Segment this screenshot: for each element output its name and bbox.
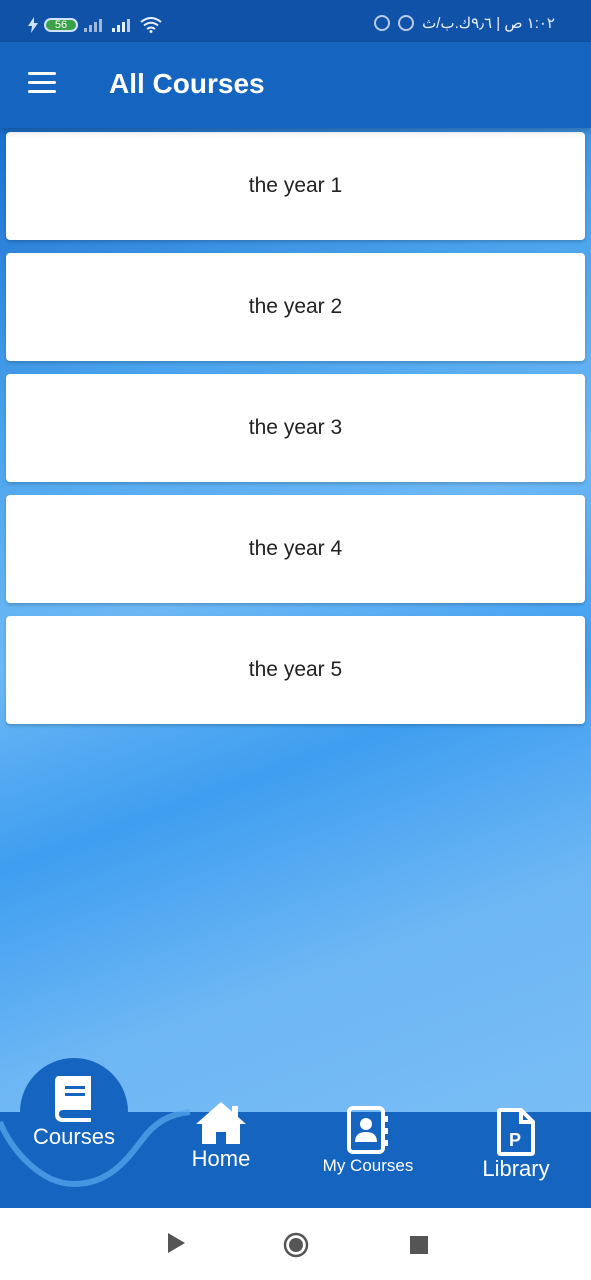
app-bar: All Courses <box>0 42 591 128</box>
content-area: the year 1 the year 2 the year 3 the yea… <box>0 128 591 1112</box>
home-circle-icon[interactable] <box>283 1232 309 1258</box>
page-title: All Courses <box>109 68 265 99</box>
my-courses-nav-label: My Courses <box>322 1156 414 1175</box>
course-list: the year 1 the year 2 the year 3 the yea… <box>6 132 585 737</box>
courses-nav-button[interactable]: Courses <box>20 1058 128 1166</box>
back-play-icon[interactable] <box>166 1232 186 1254</box>
contact-book-icon <box>347 1106 388 1154</box>
my-courses-nav-button[interactable]: My Courses <box>308 1106 428 1176</box>
course-label: the year 3 <box>248 416 343 439</box>
library-nav-label: Library <box>482 1156 550 1181</box>
course-card-year-2[interactable]: the year 2 <box>6 253 585 361</box>
signal-icon-2 <box>112 19 130 32</box>
status-time-speed: ١:٠٢ ص | ٩٫٦ك.ب/ث <box>422 15 555 32</box>
course-card-year-3[interactable]: the year 3 <box>6 374 585 482</box>
library-nav-button[interactable]: P Library <box>456 1108 576 1182</box>
signal-icon <box>84 19 102 32</box>
battery-icon: 56 <box>44 18 78 32</box>
book-icon <box>55 1076 91 1122</box>
wifi-icon <box>140 17 162 33</box>
system-nav-bar <box>0 1208 591 1280</box>
course-card-year-1[interactable]: the year 1 <box>6 132 585 240</box>
menu-icon[interactable] <box>28 72 56 94</box>
sync-icon <box>398 15 415 31</box>
home-nav-label: Home <box>191 1146 251 1171</box>
data-saver-icon <box>374 15 391 31</box>
recents-square-icon[interactable] <box>410 1236 428 1254</box>
battery-level: 56 <box>54 19 68 31</box>
course-label: the year 5 <box>248 658 343 681</box>
home-nav-button[interactable]: Home <box>161 1100 281 1172</box>
svg-text:P: P <box>509 1130 521 1150</box>
course-card-year-5[interactable]: the year 5 <box>6 616 585 724</box>
pdf-file-icon: P <box>497 1108 535 1156</box>
course-label: the year 1 <box>248 174 343 197</box>
home-icon <box>196 1102 246 1144</box>
status-bar: 56 ١:٠٢ ص | ٩٫٦ك.ب/ث <box>0 0 591 42</box>
charging-icon <box>28 17 38 33</box>
course-label: the year 2 <box>248 295 343 318</box>
course-card-year-4[interactable]: the year 4 <box>6 495 585 603</box>
course-label: the year 4 <box>248 537 343 560</box>
status-left: 56 <box>28 14 162 36</box>
courses-nav-label: Courses <box>33 1124 115 1149</box>
status-right: ١:٠٢ ص | ٩٫٦ك.ب/ث <box>374 14 555 32</box>
